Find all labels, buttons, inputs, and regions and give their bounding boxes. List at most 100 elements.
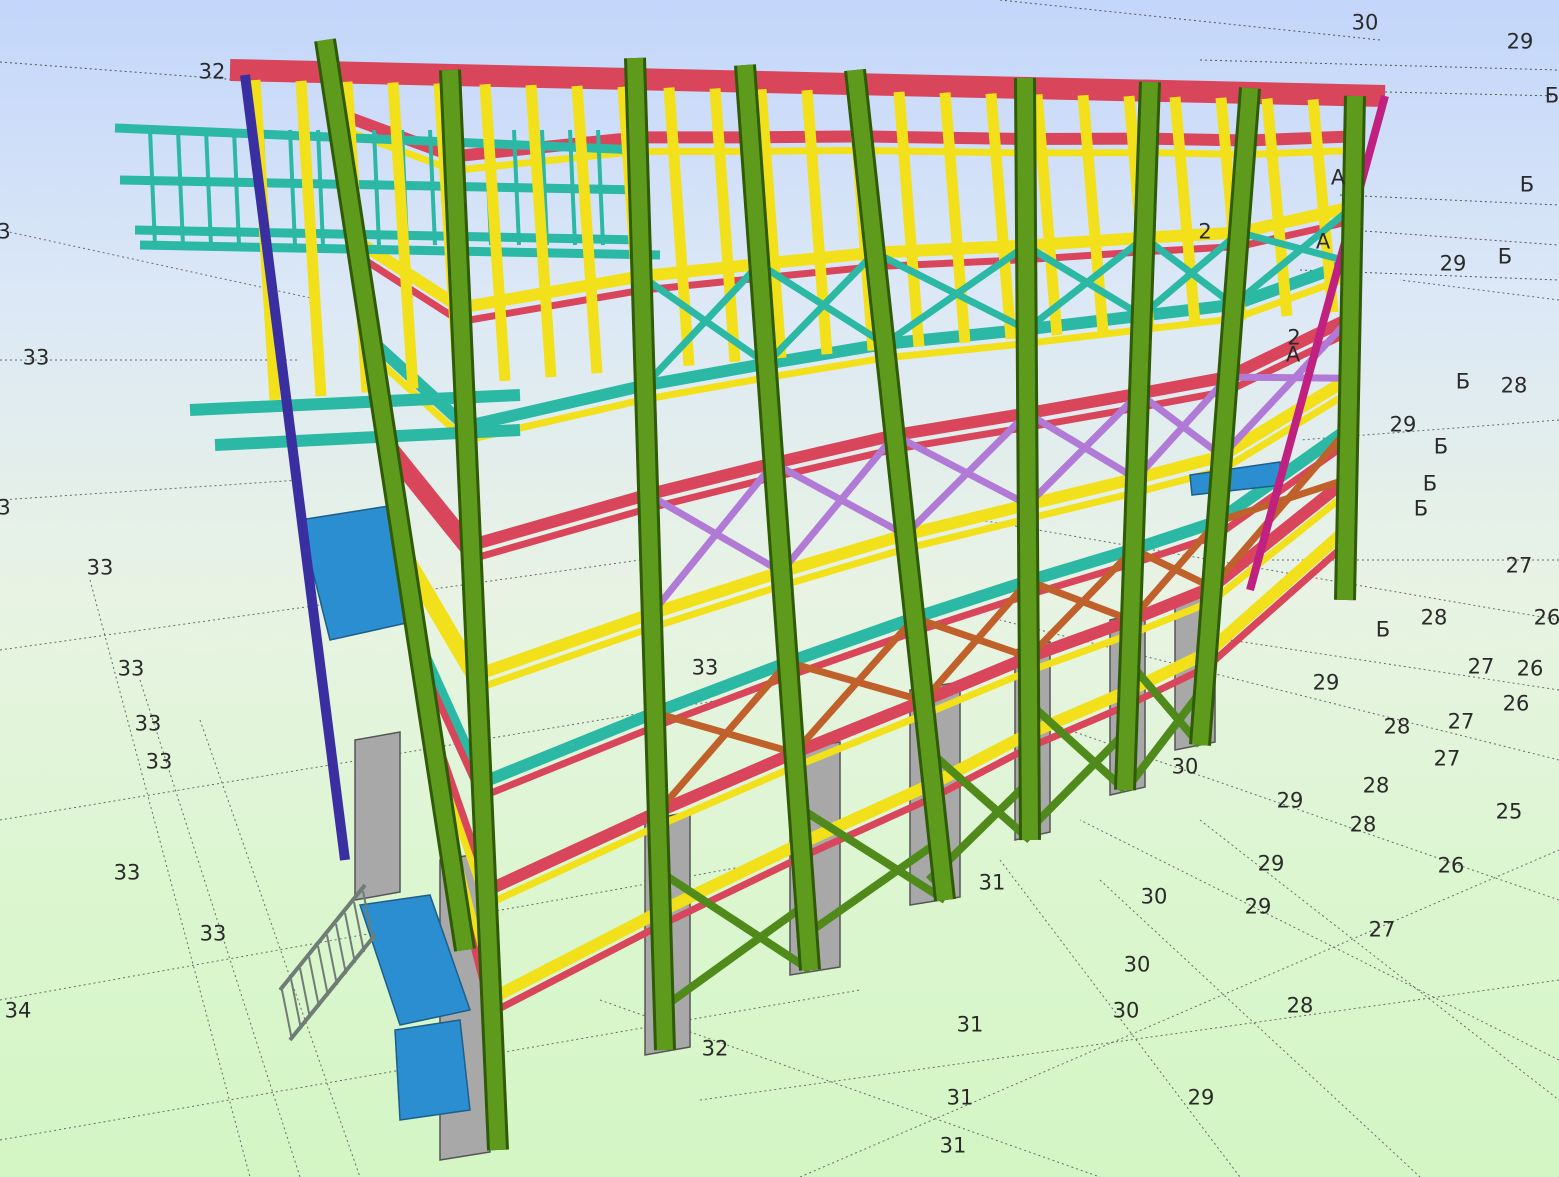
stair-rail (288, 933, 377, 1042)
beam (1245, 130, 1355, 147)
axis-grid-line (0, 479, 301, 501)
stair-tread (317, 945, 329, 997)
grid-axis-label: 28 (1500, 373, 1528, 398)
grid-axis-label: 28 (1420, 605, 1448, 630)
grid-axis-label: 28 (1286, 993, 1314, 1018)
grid-axis-label: 30 (1112, 998, 1140, 1023)
grid-axis-label: 27 (1467, 654, 1495, 679)
edge-column (240, 74, 350, 861)
stair-tread (344, 912, 356, 964)
vertical-member (1169, 96, 1201, 325)
grid-axis-label: 33 (691, 655, 719, 680)
beam (475, 624, 653, 693)
grid-axis-label: 30 (1123, 952, 1151, 977)
grid-axis-label: 27 (1368, 917, 1396, 942)
grid-axis-label: 30 (1171, 754, 1199, 779)
grid-axis-label: 31 (956, 1012, 984, 1037)
grid-axis-label: Б (1519, 172, 1535, 197)
axis-grid-line (1079, 819, 1559, 1061)
vertical-member (295, 80, 327, 397)
brace (1025, 410, 1138, 482)
beam (483, 806, 661, 897)
grid-axis-label: 33 (113, 860, 141, 885)
stair-tread (299, 967, 311, 1019)
column (737, 64, 818, 971)
grid-axis-label: А (1330, 165, 1346, 190)
beam (655, 747, 797, 818)
grid-axis-label: 34 (4, 998, 32, 1023)
grid-axis-label: 29 (1187, 1085, 1215, 1110)
grid-axis-label: Б (1544, 83, 1559, 108)
grid-axis-label: 27 (1433, 746, 1461, 771)
structure-scene[interactable] (0, 0, 1559, 1177)
grid-axis-label: Б (1497, 244, 1513, 269)
grid-axis-label: Б (1375, 617, 1391, 642)
grid-axis-label: 26 (1437, 853, 1465, 878)
stair-rail (278, 883, 367, 992)
grid-axis-label: 29 (1439, 251, 1467, 276)
grid-axis-label: 31 (978, 870, 1006, 895)
steel-structure-model[interactable] (114, 38, 1389, 1161)
beam (479, 707, 658, 789)
axis-grid-line (1199, 59, 1559, 71)
grid-axis-label: 29 (1276, 788, 1304, 813)
railing-post (288, 129, 297, 246)
stair-tread (308, 956, 320, 1008)
axis-grid-line (1399, 279, 1559, 301)
3d-model-viewport[interactable]: 30 29 32 Б 3 А Б 29 Б 33 А Б 28 29 А Б Б Б 3 33 27 Б 28 26 33 27 2… (0, 0, 1559, 1177)
column (847, 69, 953, 901)
vertical-member (709, 88, 741, 363)
grid-axis-label: 27 (1447, 709, 1475, 734)
grid-axis-label: 33 (199, 921, 227, 946)
beam (1245, 146, 1355, 159)
railing (119, 175, 641, 195)
grid-axis-label: 32 (701, 1036, 729, 1061)
axis-grid-line (1339, 194, 1559, 206)
vertical-member (571, 85, 603, 374)
beam (1204, 540, 1349, 670)
grid-axis-label: 29 (1257, 851, 1285, 876)
column (1337, 95, 1363, 601)
grid-axis-label: 29 (1244, 894, 1272, 919)
grid-axis-label: 30 (1351, 10, 1379, 35)
grid-axis-label: 29 (1312, 670, 1340, 695)
grid-axis-label: 2 (1287, 325, 1301, 350)
grid-axis-label: 33 (134, 711, 162, 736)
grid-axis-label: 3 (0, 219, 11, 244)
concrete-pedestal (354, 731, 401, 901)
vertical-member (985, 93, 1017, 340)
grid-axis-label: 28 (1362, 773, 1390, 798)
beam (1147, 132, 1247, 147)
grid-axis-label: 3 (0, 495, 11, 520)
beam (474, 607, 654, 681)
stair-tread (326, 934, 338, 986)
grid-axis-label: 26 (1516, 656, 1544, 681)
grid-axis-label: А (1315, 229, 1331, 254)
grid-axis-label: 28 (1349, 812, 1377, 837)
vertical-member (1077, 94, 1109, 332)
grid-axis-label: 31 (946, 1085, 974, 1110)
grid-axis-label: 28 (1383, 714, 1411, 739)
beam (469, 488, 650, 551)
platform (394, 1019, 471, 1121)
grid-axis-label: Б (1413, 496, 1429, 521)
grid-axis-label: 33 (145, 749, 173, 774)
grid-axis-label: 26 (1533, 605, 1559, 630)
grid-axis-label: Б (1455, 369, 1471, 394)
grid-axis-label: 29 (1506, 29, 1534, 54)
beam (480, 723, 657, 801)
grid-axis-label: 26 (1502, 691, 1530, 716)
beam (656, 763, 796, 830)
vertical-member (663, 87, 695, 367)
railing-post (372, 129, 381, 246)
beam (485, 822, 660, 908)
brace (913, 614, 1030, 661)
column (1017, 77, 1038, 841)
railing-post (316, 129, 325, 246)
axis-grid-line (1349, 229, 1559, 246)
axis-grid-line (1199, 819, 1559, 1101)
beam (489, 922, 663, 1016)
grid-axis-label: 33 (86, 555, 114, 580)
grid-axis-label: 33 (117, 656, 145, 681)
axis-grid-line (1229, 639, 1559, 691)
